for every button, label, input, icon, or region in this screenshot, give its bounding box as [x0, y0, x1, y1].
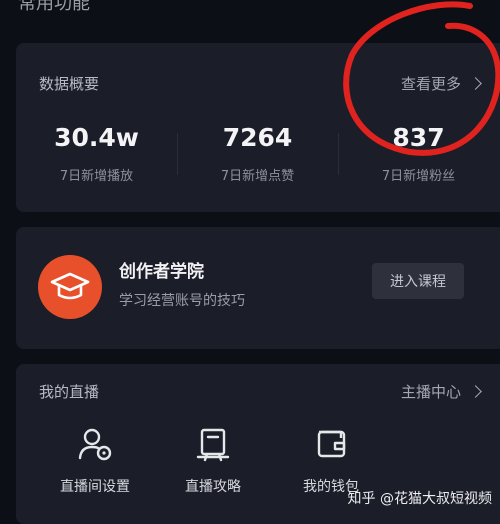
creator-academy-card[interactable]: 创作者学院 学习经营账号的技巧 进入课程	[16, 227, 500, 349]
live-settings-item[interactable]: 直播间设置	[36, 424, 154, 496]
live-settings-label: 直播间设置	[60, 479, 130, 495]
data-overview-title: 数据概要	[39, 75, 100, 93]
stat-plays[interactable]: 30.4w 7日新增播放	[16, 123, 177, 193]
stat-label: 7日新增播放	[59, 169, 134, 184]
stat-value: 7264	[222, 123, 293, 152]
live-guide-item[interactable]: 直播攻略	[154, 424, 272, 496]
chevron-right-icon	[469, 385, 482, 398]
view-more-label: 查看更多	[400, 75, 461, 93]
academy-subtitle: 学习经营账号的技巧	[119, 293, 245, 309]
section-title-cut: 常用功能	[18, 0, 90, 14]
stats-row: 30.4w 7日新增播放 7264 7日新增点赞 837 7日新增粉丝	[16, 123, 500, 193]
wallet-icon	[317, 430, 346, 458]
stat-fans[interactable]: 837 7日新增粉丝	[338, 123, 499, 193]
streamer-center-label: 主播中心	[400, 383, 461, 401]
live-guide-label: 直播攻略	[185, 479, 241, 495]
my-live-title: 我的直播	[39, 383, 100, 401]
live-settings-icon	[78, 428, 112, 461]
enter-course-button[interactable]: 进入课程	[372, 263, 464, 299]
stat-value: 837	[392, 123, 445, 152]
live-guide-icon	[196, 428, 230, 462]
stat-value: 30.4w	[54, 123, 139, 152]
view-more-link[interactable]: 查看更多	[400, 73, 482, 94]
stat-label: 7日新增点赞	[220, 169, 295, 184]
wallet-item[interactable]: 我的钱包	[272, 424, 390, 496]
chevron-right-icon	[469, 77, 482, 90]
streamer-center-link[interactable]: 主播中心	[400, 381, 482, 402]
watermark: 知乎 @花猫大叔短视频	[347, 491, 492, 507]
live-items: 直播间设置 直播攻略 我的钱包	[36, 424, 390, 496]
stat-likes[interactable]: 7264 7日新增点赞	[177, 123, 338, 193]
stat-label: 7日新增粉丝	[381, 169, 456, 184]
academy-title: 创作者学院	[119, 262, 204, 282]
graduation-cap-icon	[38, 255, 102, 319]
data-overview-card: 数据概要 查看更多 30.4w 7日新增播放 7264 7日新增点赞 837 7…	[16, 43, 500, 212]
